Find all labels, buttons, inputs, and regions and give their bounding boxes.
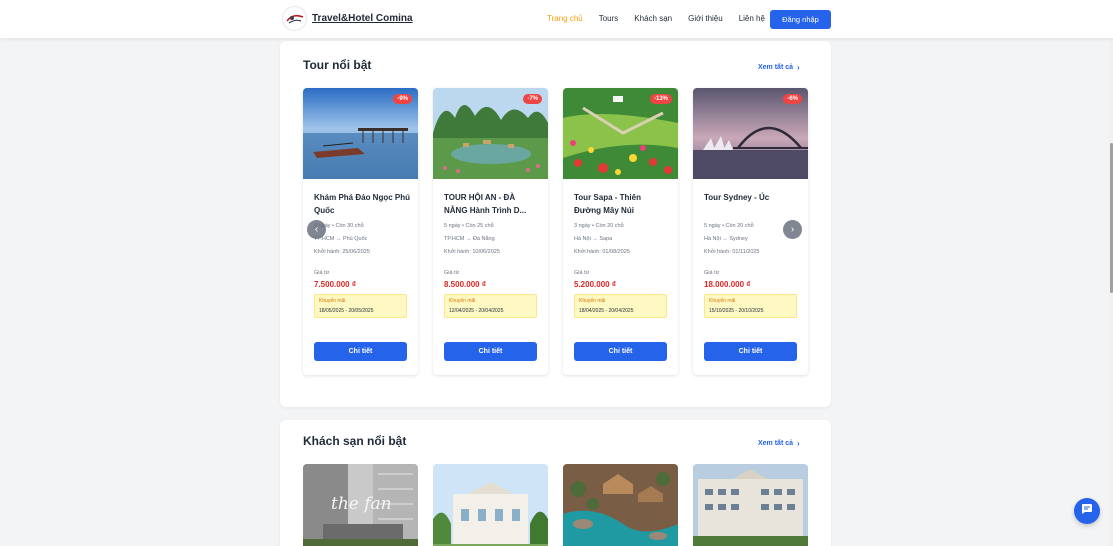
price-label: Giá từ xyxy=(574,270,590,276)
see-all-tours-link[interactable]: Xem tất cả › xyxy=(758,63,800,72)
carousel-next-button[interactable]: › xyxy=(783,220,802,239)
arrow-right-icon: → xyxy=(592,236,598,242)
nav-about[interactable]: Giới thiệu xyxy=(688,14,723,23)
see-all-label: Xem tất cả xyxy=(758,64,794,71)
tour-image-hoi-an[interactable]: -7% xyxy=(433,88,548,179)
route-from: TP.HCM xyxy=(444,236,465,242)
discount-badge: -9% xyxy=(393,94,412,104)
price-label: Giá từ xyxy=(444,270,460,276)
tour-seats: Còn 30 chỗ xyxy=(335,223,364,229)
logo-text: Travel&Hotel Comina xyxy=(312,13,413,24)
promo-label: Khuyến mãi xyxy=(709,298,736,304)
route-from: Hà Nội xyxy=(574,236,591,242)
chevron-right-icon: › xyxy=(797,439,800,448)
tour-price: 5.200.000 ₫ xyxy=(574,280,616,289)
section-title: Tour nổi bật xyxy=(303,58,372,72)
promo-dates: 12/04/2025 - 20/04/2025 xyxy=(449,308,504,314)
promo-dates: 15/10/2025 - 20/10/2025 xyxy=(709,308,764,314)
tour-meta: 3 ngày • Còn 20 chỗ xyxy=(574,223,624,229)
see-all-hotels-link[interactable]: Xem tất cả › xyxy=(758,439,800,448)
see-all-label: Xem tất cả xyxy=(758,440,794,447)
price-label: Giá từ xyxy=(314,270,330,276)
tour-image-sydney[interactable]: -6% xyxy=(693,88,808,179)
price-label: Giá từ xyxy=(704,270,720,276)
login-button[interactable]: Đăng nhập xyxy=(770,10,831,29)
route-to: Phú Quốc xyxy=(342,236,368,242)
tour-image-phu-quoc[interactable]: -9% xyxy=(303,88,418,179)
tour-duration: 5 ngày xyxy=(704,223,721,229)
promo-label: Khuyến mãi xyxy=(579,298,606,304)
carousel-prev-button[interactable]: ‹ xyxy=(307,220,326,239)
logo-icon xyxy=(282,6,307,31)
chevron-left-icon: ‹ xyxy=(314,224,319,235)
tour-departure: Khởi hành: 01/08/2025 xyxy=(574,249,630,255)
arrow-right-icon: → xyxy=(722,236,728,242)
tour-seats: Còn 20 chỗ xyxy=(725,223,754,229)
promo-box: Khuyến mãi 15/10/2025 - 20/10/2025 xyxy=(704,294,797,318)
tour-price: 18.000.000 ₫ xyxy=(704,280,751,289)
tour-price: 7.500.000 ₫ xyxy=(314,280,356,289)
nav-hotels[interactable]: Khách sạn xyxy=(634,14,672,23)
promo-box: Khuyến mãi 18/04/2025 - 20/04/2025 xyxy=(574,294,667,318)
tour-title[interactable]: Tour Sapa - Thiên Đường Mây Núi xyxy=(574,191,670,217)
promo-box: Khuyến mãi 12/04/2025 - 20/04/2025 xyxy=(444,294,537,318)
tour-title[interactable]: Tour Sydney - Úc xyxy=(704,191,800,204)
logo[interactable]: Travel&Hotel Comina xyxy=(282,6,413,31)
main-nav: Trang chủ Tours Khách sạn Giới thiệu Liê… xyxy=(547,14,781,23)
hotel-image-1[interactable]: the fan xyxy=(303,464,418,546)
tour-meta: 5 ngày • Còn 20 chỗ xyxy=(704,223,754,229)
route-from: Hà Nội xyxy=(704,236,721,242)
tour-route: TP.HCM → Đà Nẵng xyxy=(444,236,495,242)
tour-card: -13% Tour Sapa - Thiên Đường Mây Núi 3 n… xyxy=(563,88,678,375)
tour-card: -7% TOUR HỘI AN - ĐÀ NẴNG Hành Trình D..… xyxy=(433,88,548,375)
tour-route: Hà Nội → Sydney xyxy=(704,236,748,242)
featured-hotels-section: Khách sạn nổi bật Xem tất cả › the fan xyxy=(280,420,831,546)
discount-badge: -6% xyxy=(783,94,802,104)
route-to: Đà Nẵng xyxy=(472,236,495,242)
nav-home[interactable]: Trang chủ xyxy=(547,14,583,23)
tour-departure: Khởi hành: 01/11/2025 xyxy=(704,249,760,255)
route-to: Sapa xyxy=(599,236,613,242)
chat-button[interactable] xyxy=(1074,498,1100,524)
section-title: Khách sạn nổi bật xyxy=(303,434,407,448)
chat-icon xyxy=(1081,502,1093,520)
tour-title[interactable]: TOUR HỘI AN - ĐÀ NẴNG Hành Trình D... xyxy=(444,191,540,217)
hotel-sign-text: the fan xyxy=(331,494,392,514)
promo-label: Khuyến mãi xyxy=(319,298,346,304)
featured-tours-section: Tour nổi bật Xem tất cả › -9% Khám Phá Đ… xyxy=(280,41,831,407)
chevron-right-icon: › xyxy=(797,63,800,72)
promo-dates: 18/04/2025 - 20/04/2025 xyxy=(579,308,634,314)
detail-button[interactable]: Chi tiết xyxy=(314,342,407,361)
tour-duration: 3 ngày xyxy=(574,223,591,229)
detail-button[interactable]: Chi tiết xyxy=(444,342,537,361)
nav-tours[interactable]: Tours xyxy=(599,14,619,23)
chevron-right-icon: › xyxy=(790,224,795,235)
promo-box: Khuyến mãi 18/05/2025 - 20/05/2025 xyxy=(314,294,407,318)
promo-dates: 18/05/2025 - 20/05/2025 xyxy=(319,308,374,314)
tour-seats: Còn 25 chỗ xyxy=(465,223,494,229)
tour-meta: 5 ngày • Còn 25 chỗ xyxy=(444,223,494,229)
arrow-right-icon: → xyxy=(465,236,472,242)
tour-departure: Khởi hành: 10/06/2025 xyxy=(444,249,500,255)
tour-departure: Khởi hành: 25/06/2025 xyxy=(314,249,370,255)
tour-image-sapa[interactable]: -13% xyxy=(563,88,678,179)
promo-label: Khuyến mãi xyxy=(449,298,476,304)
hotel-image-3[interactable] xyxy=(563,464,678,546)
tour-seats: Còn 20 chỗ xyxy=(595,223,624,229)
route-to: Sydney xyxy=(729,236,748,242)
tour-duration: 5 ngày xyxy=(444,223,461,229)
tour-title[interactable]: Khám Phá Đảo Ngọc Phú Quốc xyxy=(314,191,410,217)
arrow-right-icon: → xyxy=(335,236,342,242)
detail-button[interactable]: Chi tiết xyxy=(704,342,797,361)
detail-button[interactable]: Chi tiết xyxy=(574,342,667,361)
hotel-image-2[interactable] xyxy=(433,464,548,546)
tour-price: 8.500.000 ₫ xyxy=(444,280,486,289)
hotel-image-4[interactable] xyxy=(693,464,808,546)
discount-badge: -13% xyxy=(649,94,672,104)
tour-route: Hà Nội → Sapa xyxy=(574,236,612,242)
nav-contact[interactable]: Liên hệ xyxy=(739,14,765,23)
site-header: Travel&Hotel Comina Trang chủ Tours Khác… xyxy=(0,0,1113,38)
discount-badge: -7% xyxy=(523,94,542,104)
